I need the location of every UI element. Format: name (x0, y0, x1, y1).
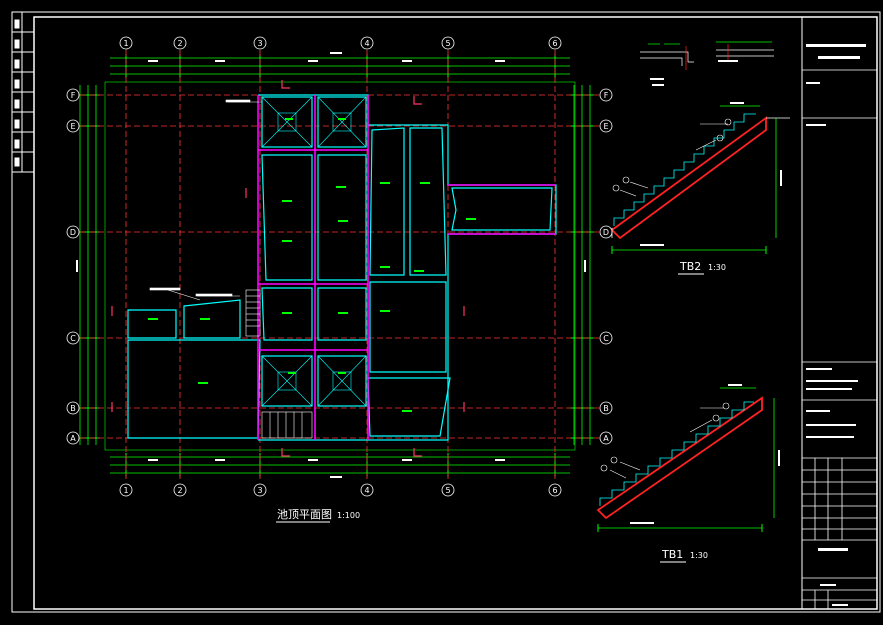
col-label-top-3: 3 (257, 39, 262, 48)
row-label-right-E: E (603, 122, 608, 131)
col-label-top-6: 6 (552, 39, 557, 48)
row-label-right-F: F (604, 91, 609, 100)
col-label-top-1: 1 (123, 39, 128, 48)
col-label-top-5: 5 (445, 39, 450, 48)
row-label-left-C: C (70, 334, 76, 343)
row-label-right-D: D (603, 228, 609, 237)
plan-title: 池顶平面图 (277, 508, 332, 521)
col-label-top-2: 2 (177, 39, 182, 48)
col-label-bottom-2: 2 (177, 486, 182, 495)
row-label-left-E: E (70, 122, 75, 131)
col-label-bottom-1: 1 (123, 486, 128, 495)
tb1-scale: 1:30 (690, 551, 708, 560)
col-label-bottom-5: 5 (445, 486, 450, 495)
tb2-scale: 1:30 (708, 263, 726, 272)
row-label-left-A: A (70, 434, 76, 443)
row-label-right-A: A (603, 434, 609, 443)
col-label-bottom-6: 6 (552, 486, 557, 495)
row-label-left-F: F (71, 91, 76, 100)
row-label-left-D: D (70, 228, 76, 237)
row-label-right-B: B (603, 404, 609, 413)
tb2-title: TB2 (679, 260, 701, 273)
col-label-bottom-3: 3 (257, 486, 262, 495)
row-label-right-C: C (603, 334, 609, 343)
cad-drawing: 1 2 3 4 5 6 1 2 3 4 5 6 F E D C B A F E … (0, 0, 883, 625)
plan-scale: 1:100 (337, 511, 360, 520)
col-label-bottom-4: 4 (364, 486, 369, 495)
row-label-left-B: B (70, 404, 76, 413)
tb1-title: TB1 (661, 548, 683, 561)
col-label-top-4: 4 (364, 39, 369, 48)
